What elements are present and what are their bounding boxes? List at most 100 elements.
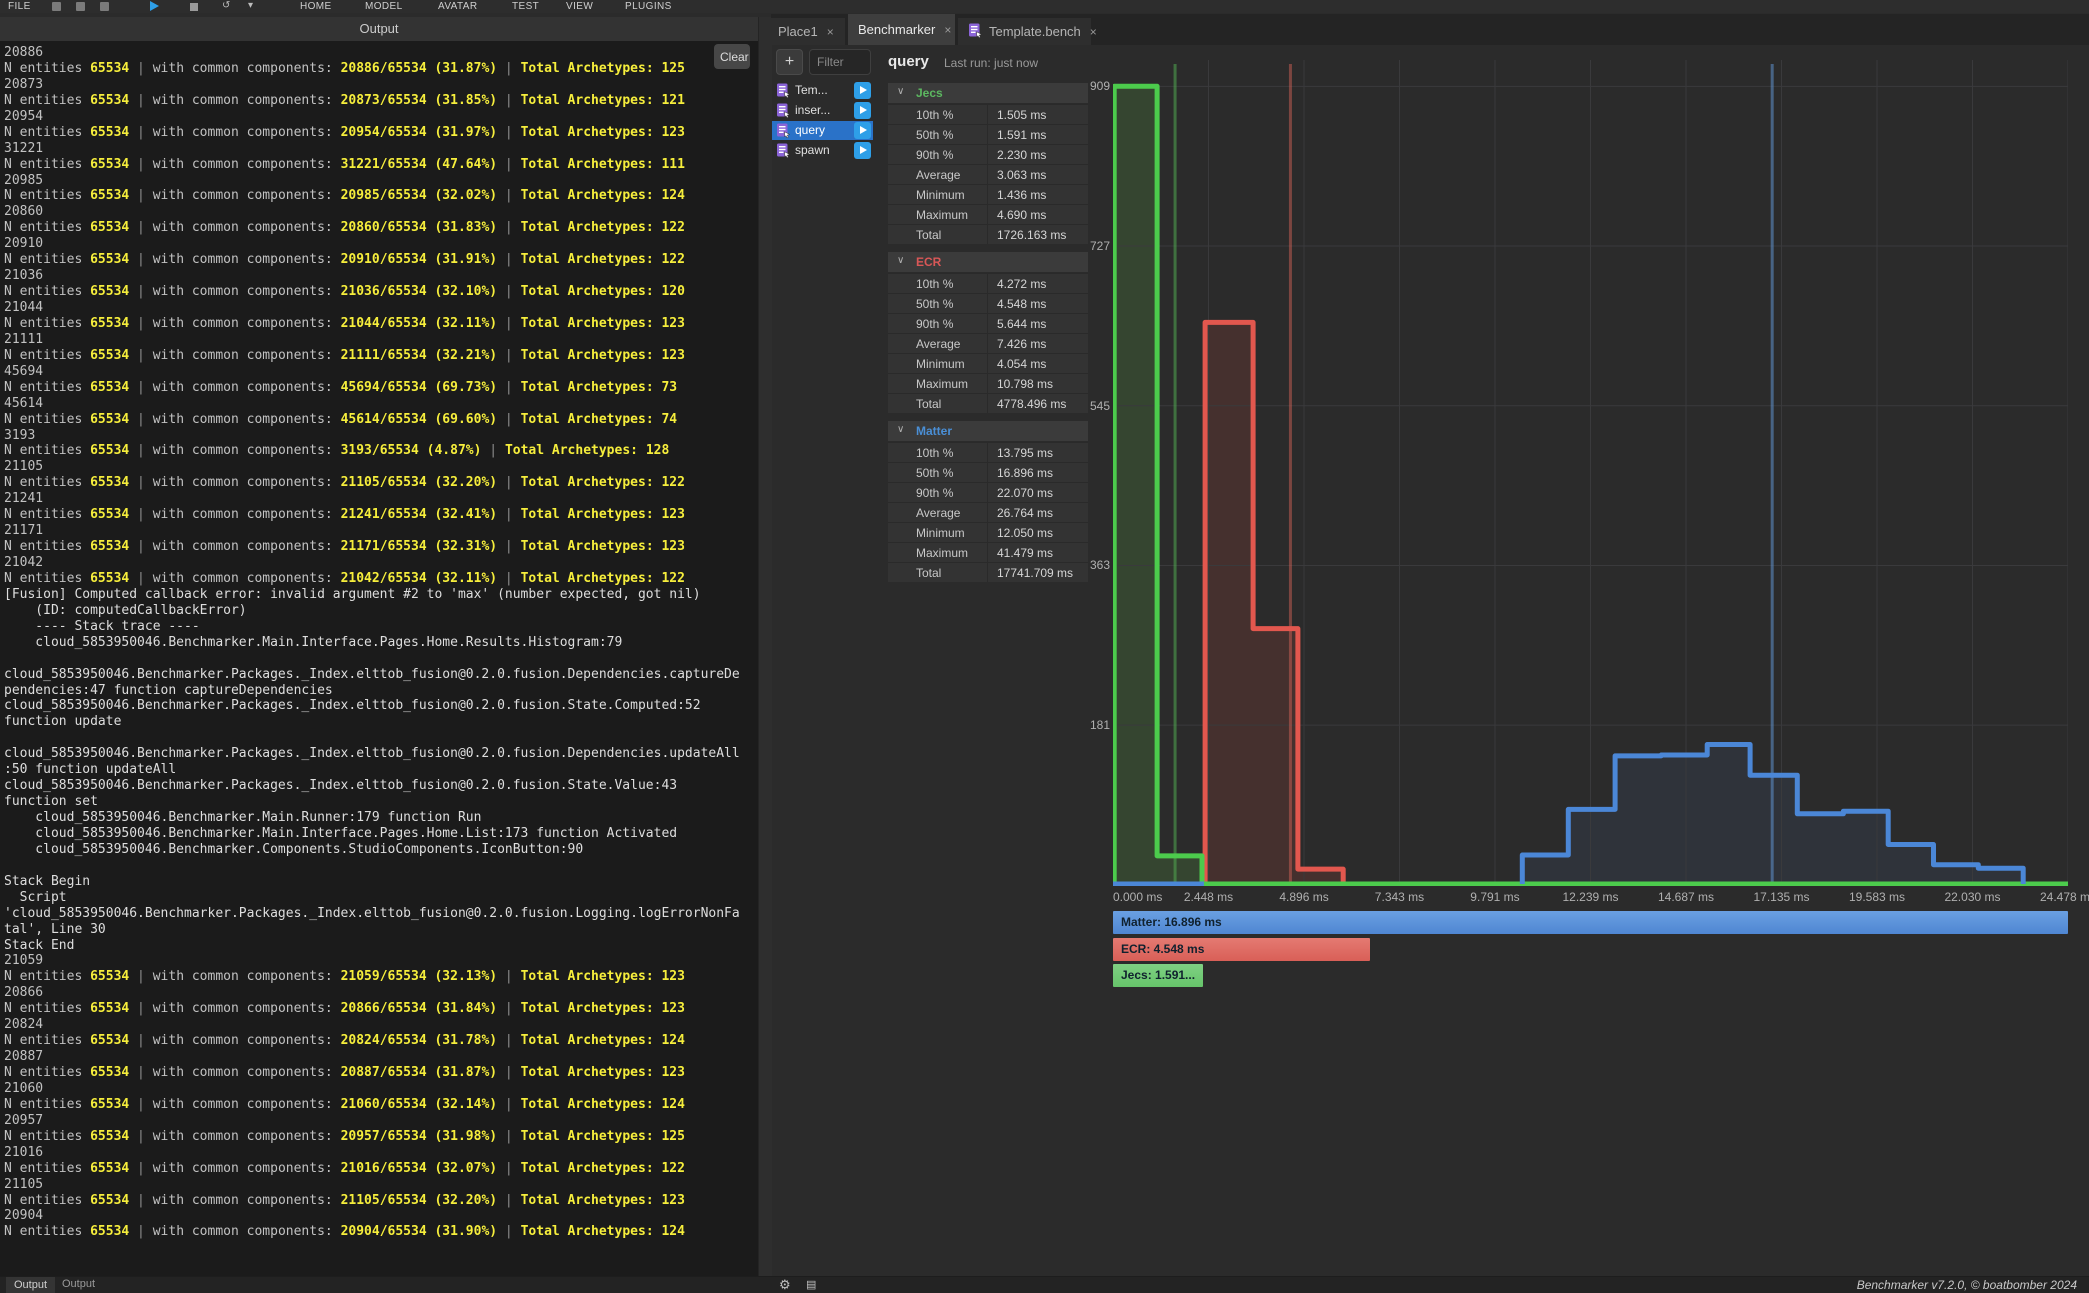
bottom-tab-output[interactable]: Output (6, 1277, 55, 1293)
column-divider (987, 225, 988, 244)
journal-icon[interactable]: ▤ (806, 1278, 816, 1291)
column-divider (987, 354, 988, 373)
benchmark-item-label: query (795, 121, 825, 140)
play-icon[interactable] (150, 1, 159, 11)
stat-value: 10.798 ms (997, 377, 1053, 391)
last-run-label: Last run: just now (944, 56, 1038, 70)
log-line: 21036 (4, 268, 758, 284)
run-benchmark-button[interactable] (854, 122, 871, 139)
log-line: N entities 65534 | with common component… (4, 220, 758, 236)
output-scrollbar[interactable] (758, 17, 772, 1276)
chevron-down-icon: ∨ (897, 255, 904, 266)
log-line: N entities 65534 | with common component… (4, 475, 758, 491)
menu-model[interactable]: MODEL (365, 1, 403, 12)
log-line: N entities 65534 | with common component… (4, 125, 758, 141)
run-benchmark-button[interactable] (854, 142, 871, 159)
x-axis-tick: 9.791 ms (1470, 890, 1519, 904)
benchmark-item-inser[interactable]: inser... (772, 101, 873, 120)
stats-section-name: ECR (916, 255, 941, 269)
benchmark-item-tem[interactable]: Tem... (772, 81, 873, 100)
legend-bar-matter: Matter: 16.896 ms (1113, 911, 2068, 934)
close-icon[interactable]: × (1090, 25, 1097, 39)
stat-value: 22.070 ms (997, 486, 1053, 500)
menu-test[interactable]: TEST (512, 1, 539, 12)
log-line: pendencies:47 function captureDependenci… (4, 683, 758, 699)
close-icon[interactable]: × (944, 23, 951, 37)
run-title: query (888, 53, 929, 70)
column-divider (987, 145, 988, 164)
x-axis-tick: 22.030 ms (1944, 890, 2000, 904)
undo-icon[interactable]: ↺ (222, 0, 231, 11)
stats-table: ∨Jecs10th %1.505 ms50th %1.591 ms90th %2… (888, 83, 1088, 590)
menu-view[interactable]: VIEW (566, 1, 593, 12)
tab-template-bench[interactable]: Template.bench× (958, 18, 1091, 45)
column-divider (987, 165, 988, 184)
run-benchmark-button[interactable] (854, 82, 871, 99)
stat-label: 90th % (916, 148, 953, 162)
log-line: N entities 65534 | with common component… (4, 1129, 758, 1145)
stat-value: 7.426 ms (997, 337, 1046, 351)
app-window: FILE ↺ ▾ HOME MODEL AVATAR TEST VIEW PLU… (0, 0, 2089, 1293)
benchmark-item-spawn[interactable]: spawn (772, 141, 873, 160)
stat-value: 1.591 ms (997, 128, 1046, 142)
stats-section-header-matter[interactable]: ∨Matter (888, 421, 1088, 441)
log-line: N entities 65534 | with common component… (4, 1033, 758, 1049)
legend-label: ECR: 4.548 ms (1121, 942, 1204, 956)
benchmark-item-label: Tem... (795, 81, 828, 100)
save-icon[interactable] (100, 2, 109, 11)
log-line: 21016 (4, 1145, 758, 1161)
benchmark-item-query[interactable]: query (772, 121, 873, 140)
run-benchmark-button[interactable] (854, 102, 871, 119)
log-line: cloud_5853950046.Benchmarker.Components.… (4, 842, 758, 858)
clear-button[interactable]: Clear (714, 44, 750, 69)
stat-label: Minimum (916, 357, 965, 371)
menu-file[interactable]: FILE (8, 1, 31, 12)
log-line: 31221 (4, 141, 758, 157)
column-divider (987, 523, 988, 542)
menu-home[interactable]: HOME (300, 1, 332, 12)
stats-row: Maximum10.798 ms (888, 373, 1088, 393)
log-line: N entities 65534 | with common component… (4, 157, 758, 173)
y-axis-tick: 727 (1042, 239, 1110, 253)
column-divider (987, 125, 988, 144)
script-icon (776, 123, 791, 138)
stats-section-header-ecr[interactable]: ∨ ECR (888, 252, 1088, 272)
column-divider (987, 563, 988, 582)
tab-benchmarker[interactable]: Benchmarker × (848, 14, 955, 45)
column-divider (987, 543, 988, 562)
log-line: N entities 65534 | with common component… (4, 539, 758, 555)
output-log: 20886N entities 65534 | with common comp… (0, 41, 758, 1276)
stat-label: Total (916, 397, 941, 411)
open-file-icon[interactable] (76, 2, 85, 11)
tab-place1[interactable]: Place1× (768, 18, 845, 45)
redo-dropdown-icon[interactable]: ▾ (248, 0, 253, 11)
stop-icon[interactable] (190, 3, 198, 11)
menu-avatar[interactable]: AVATAR (438, 1, 477, 12)
play-icon (860, 146, 867, 154)
add-benchmark-button[interactable]: + (776, 49, 803, 75)
filter-input[interactable] (809, 49, 871, 75)
gear-icon[interactable]: ⚙ (779, 1277, 791, 1293)
column-divider (987, 463, 988, 482)
log-line: 21111 (4, 332, 758, 348)
log-line: N entities 65534 | with common component… (4, 1001, 758, 1017)
stat-value: 16.896 ms (997, 466, 1053, 480)
column-divider (987, 185, 988, 204)
stats-row: 90th %2.230 ms (888, 144, 1088, 164)
stats-row: Average3.063 ms (888, 164, 1088, 184)
log-line: function update (4, 714, 758, 730)
y-axis-tick: 363 (1042, 558, 1110, 572)
column-divider (987, 394, 988, 413)
column-divider (987, 443, 988, 462)
close-icon[interactable]: × (827, 25, 834, 39)
log-line: N entities 65534 | with common component… (4, 380, 758, 396)
menu-plugins[interactable]: PLUGINS (625, 1, 672, 12)
stat-value: 12.050 ms (997, 526, 1053, 540)
new-file-icon[interactable] (52, 2, 61, 11)
stat-label: 50th % (916, 128, 953, 142)
log-line: cloud_5853950046.Benchmarker.Main.Interf… (4, 826, 758, 842)
tab-label: Benchmarker (858, 22, 935, 37)
tab-label: Template.bench (989, 24, 1081, 39)
legend-label: Jecs: 1.591... (1121, 968, 1195, 982)
log-line: cloud_5853950046.Benchmarker.Packages._I… (4, 746, 758, 762)
